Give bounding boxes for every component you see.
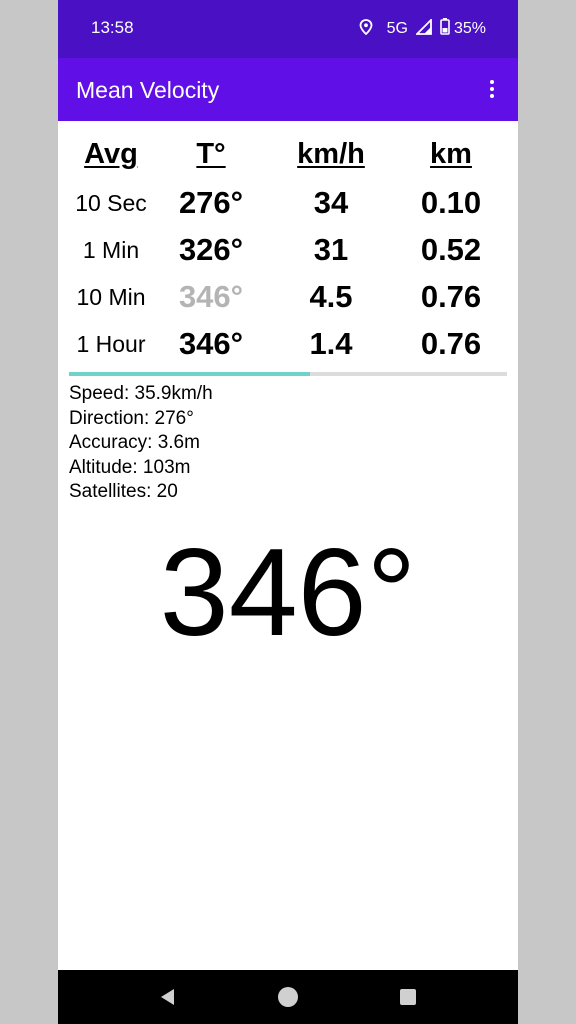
signal-icon: [414, 17, 432, 40]
info-speed: Speed: 35.9km/h: [69, 383, 213, 404]
table-row: 1 Min 326° 31 0.52: [58, 228, 518, 275]
battery-icon: [440, 18, 450, 40]
row-speed: 31: [313, 232, 349, 267]
row-direction: 346°: [178, 279, 244, 314]
row-distance: 0.52: [420, 232, 482, 267]
recents-icon[interactable]: [396, 985, 420, 1009]
row-distance: 0.10: [420, 185, 482, 220]
header-distance: km: [430, 138, 472, 170]
table-header-row: Avg T° km/h km: [58, 134, 518, 181]
big-direction-readout: 346°: [159, 524, 417, 662]
progress-bar-fill: [69, 372, 310, 376]
header-speed: km/h: [297, 138, 365, 170]
header-direction: T°: [196, 138, 226, 170]
battery-percent: 35%: [453, 20, 486, 37]
location-icon: [359, 18, 373, 40]
gps-info: Speed: 35.9km/h Direction: 276° Accuracy…: [69, 382, 213, 505]
row-distance: 0.76: [420, 326, 482, 361]
row-speed: 4.5: [309, 279, 353, 314]
averages-table: Avg T° km/h km 10 Sec 276° 34 0.10 1 Min…: [58, 134, 518, 369]
status-bar: 13:58 5G 35%: [58, 0, 518, 58]
app-title: Mean Velocity: [76, 77, 220, 103]
status-time: 13:58: [91, 18, 134, 37]
row-direction: 326°: [178, 232, 244, 267]
network-type-label: 5G: [386, 20, 408, 37]
table-row: 1 Hour 346° 1.4 0.76: [58, 322, 518, 369]
row-distance: 0.76: [420, 279, 482, 314]
more-vert-icon[interactable]: [482, 76, 502, 102]
navigation-bar: [58, 970, 518, 1024]
info-altitude: Altitude: 103m: [69, 456, 191, 478]
info-satellites: Satellites: 20: [69, 481, 178, 502]
row-direction: 346°: [178, 326, 244, 361]
table-row: 10 Min 346° 4.5 0.76: [58, 275, 518, 322]
row-direction: 276°: [178, 185, 244, 220]
info-accuracy: Accuracy: 3.6m: [69, 432, 200, 453]
row-speed: 34: [313, 185, 349, 220]
app-bar: Mean Velocity: [58, 58, 518, 121]
info-direction: Direction: 276°: [69, 407, 194, 429]
phone-screen: 13:58 5G 35% Mean Velocity Avg T° km/h k…: [58, 0, 518, 1024]
table-row: 10 Sec 276° 34 0.10: [58, 181, 518, 228]
status-icons: 5G 35%: [359, 16, 486, 42]
home-icon[interactable]: [276, 985, 300, 1009]
progress-bar: [69, 372, 507, 376]
row-speed: 1.4: [309, 326, 353, 361]
back-icon[interactable]: [156, 985, 180, 1009]
